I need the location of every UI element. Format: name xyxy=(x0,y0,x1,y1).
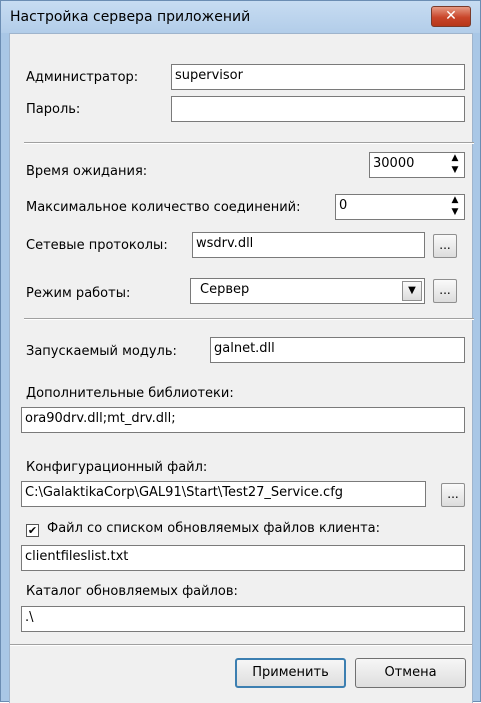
module-label: Запускаемый модуль: xyxy=(26,344,177,359)
separator xyxy=(10,644,472,646)
mode-browse-button[interactable]: ... xyxy=(433,279,457,303)
mode-select[interactable]: Сервер ▼ xyxy=(190,278,425,304)
mode-label: Режим работы: xyxy=(26,286,131,301)
timeout-label: Время ожидания: xyxy=(26,164,148,179)
config-browse-button[interactable]: ... xyxy=(441,483,465,507)
window-title: Настройка сервера приложений xyxy=(10,9,251,25)
separator xyxy=(24,142,474,144)
max-connections-label: Максимальное количество соединений: xyxy=(26,200,301,215)
client-files-checkbox[interactable]: ✔ xyxy=(26,524,39,537)
separator xyxy=(24,318,474,320)
spin-up-icon[interactable]: ▲ xyxy=(446,195,464,206)
title-bar[interactable]: Настройка сервера приложений ✕ xyxy=(1,1,480,33)
settings-dialog: Настройка сервера приложений ✕ Администр… xyxy=(0,0,481,703)
apply-button[interactable]: Применить xyxy=(235,658,346,688)
chevron-down-icon[interactable]: ▼ xyxy=(402,281,422,301)
timeout-input[interactable]: 30000 ▲ ▼ xyxy=(369,152,465,178)
libraries-input[interactable]: ora90drv.dll;mt_drv.dll; xyxy=(21,407,465,433)
spin-down-icon[interactable]: ▼ xyxy=(446,164,464,176)
admin-input[interactable]: supervisor xyxy=(171,64,465,90)
max-connections-input[interactable]: 0 ▲ ▼ xyxy=(335,194,465,220)
dialog-body: Администратор: supervisor Пароль: Время … xyxy=(9,33,474,703)
protocols-input[interactable]: wsdrv.dll xyxy=(192,232,425,258)
spin-up-icon[interactable]: ▲ xyxy=(446,153,464,164)
spin-down-icon[interactable]: ▼ xyxy=(446,206,464,218)
client-files-label[interactable]: Файл со списком обновляемых файлов клиен… xyxy=(47,521,380,536)
max-connections-value: 0 xyxy=(339,198,348,213)
config-input[interactable]: C:\GalaktikaCorp\GAL91\Start\Test27_Serv… xyxy=(21,481,426,507)
client-files-input[interactable]: clientfileslist.txt xyxy=(21,545,465,571)
timeout-spinner[interactable]: ▲ ▼ xyxy=(446,153,464,177)
timeout-value: 30000 xyxy=(373,156,415,171)
close-button[interactable]: ✕ xyxy=(431,6,471,27)
catalog-label: Каталог обновляемых файлов: xyxy=(26,584,238,599)
cancel-button[interactable]: Отмена xyxy=(355,658,466,688)
module-input[interactable]: galnet.dll xyxy=(210,337,465,363)
password-label: Пароль: xyxy=(26,102,81,117)
mode-value: Сервер xyxy=(200,282,250,297)
password-input[interactable] xyxy=(171,96,465,122)
libraries-label: Дополнительные библиотеки: xyxy=(26,386,234,401)
protocols-label: Сетевые протоколы: xyxy=(26,238,168,253)
admin-label: Администратор: xyxy=(26,70,139,85)
protocols-browse-button[interactable]: ... xyxy=(433,234,457,258)
config-label: Конфигурационный файл: xyxy=(26,460,208,475)
max-connections-spinner[interactable]: ▲ ▼ xyxy=(446,195,464,219)
catalog-input[interactable]: .\ xyxy=(21,606,465,632)
